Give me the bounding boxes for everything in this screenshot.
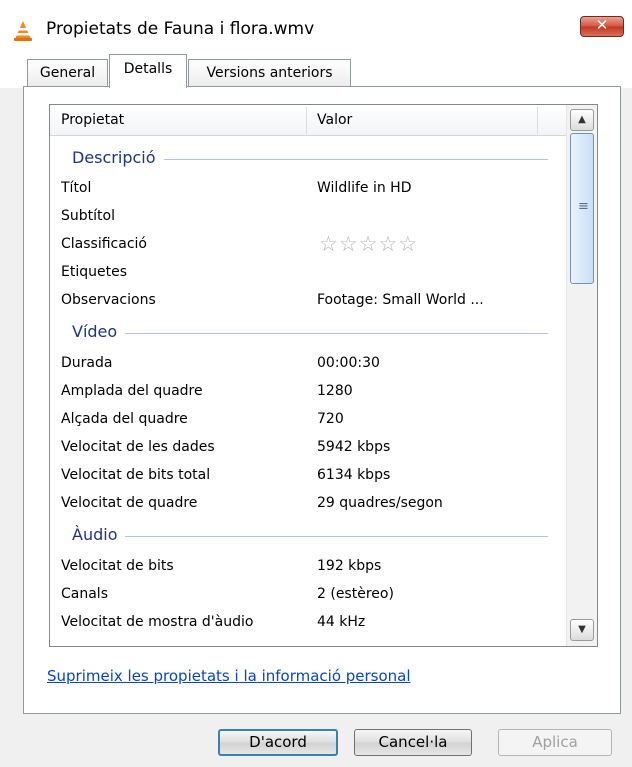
table-row[interactable]: Velocitat de les dades 5942 kbps <box>50 434 567 462</box>
vertical-scrollbar[interactable]: ▲ ≡ ▼ <box>566 105 597 646</box>
property-value: 2 (estèreo) <box>317 586 394 602</box>
table-row[interactable]: Velocitat de bits 192 kbps <box>50 553 567 581</box>
close-button[interactable]: ✕ <box>580 16 624 37</box>
tab-previous-versions[interactable]: Versions anteriors <box>188 59 351 87</box>
group-audio: Àudio <box>50 522 567 550</box>
column-separator[interactable] <box>306 107 307 134</box>
property-name: Títol <box>61 180 92 196</box>
table-row[interactable]: Títol Wildlife in HD <box>50 175 567 203</box>
table-row[interactable]: Subtítol <box>50 203 567 231</box>
property-name: Velocitat de bits total <box>61 467 211 483</box>
table-row[interactable]: Etiquetes <box>50 259 567 287</box>
window-title: Propietats de Fauna i flora.wmv <box>46 19 315 39</box>
property-value: Footage: Small World ... <box>317 292 484 308</box>
title-bar[interactable]: Propietats de Fauna i flora.wmv ✕ <box>0 0 632 50</box>
tab-strip: General Detalls Versions anteriors <box>0 50 632 88</box>
group-label: Vídeo <box>72 322 126 341</box>
star-icon[interactable]: ☆ <box>378 232 398 256</box>
arrow-up-icon: ▲ <box>578 114 586 125</box>
property-name: Classificació <box>61 236 147 252</box>
property-value: Wildlife in HD <box>317 180 412 196</box>
property-value: 00:00:30 <box>317 355 380 371</box>
table-row[interactable]: Durada 00:00:30 <box>50 350 567 378</box>
remove-properties-link[interactable]: Suprimeix les propietats i la informació… <box>47 667 411 685</box>
cancel-button[interactable]: Cancel·la <box>354 729 472 756</box>
vlc-cone-icon <box>14 21 32 41</box>
close-icon: ✕ <box>595 16 609 34</box>
column-header-property[interactable]: Propietat <box>61 112 124 128</box>
table-row[interactable]: Observacions Footage: Small World ... <box>50 287 567 315</box>
property-value: 29 quadres/segon <box>317 495 443 511</box>
property-name: Velocitat de quadre <box>61 495 198 511</box>
ok-button[interactable]: D'acord <box>218 729 338 756</box>
property-name: Subtítol <box>61 208 115 224</box>
table-row[interactable]: Canals 2 (estèreo) <box>50 581 567 609</box>
property-name: Velocitat de bits <box>61 558 174 574</box>
property-name: Amplada del quadre <box>61 383 203 399</box>
property-name: Canals <box>61 586 108 602</box>
arrow-down-icon: ▼ <box>578 624 586 635</box>
property-value: 192 kbps <box>317 558 382 574</box>
property-name: Observacions <box>61 292 156 308</box>
column-header-value[interactable]: Valor <box>317 112 352 128</box>
table-row[interactable]: Classificació ☆☆☆☆☆ <box>50 231 567 259</box>
group-divider <box>72 536 548 537</box>
group-label: Àudio <box>72 525 126 544</box>
table-row[interactable]: Amplada del quadre 1280 <box>50 378 567 406</box>
property-name: Velocitat de les dades <box>61 439 215 455</box>
property-name: Velocitat de mostra d'àudio <box>61 614 254 630</box>
star-icon[interactable]: ☆ <box>339 232 359 256</box>
tab-details[interactable]: Detalls <box>109 54 187 88</box>
table-row[interactable]: Alçada del quadre 720 <box>50 406 567 434</box>
table-row[interactable]: Velocitat de mostra d'àudio 44 kHz <box>50 609 567 637</box>
grip-icon: ≡ <box>578 199 589 214</box>
scroll-down-button[interactable]: ▼ <box>570 619 594 641</box>
group-divider <box>72 333 548 334</box>
property-name: Alçada del quadre <box>61 411 188 427</box>
property-value: 5942 kbps <box>317 439 391 455</box>
list-header: Propietat Valor <box>50 105 567 136</box>
property-value: 6134 kbps <box>317 467 391 483</box>
property-value: 44 kHz <box>317 614 366 630</box>
rating-stars[interactable]: ☆☆☆☆☆ <box>319 232 418 256</box>
properties-dialog: Propietats de Fauna i flora.wmv ✕ Genera… <box>0 0 632 767</box>
tab-general[interactable]: General <box>27 59 108 87</box>
star-icon[interactable]: ☆ <box>319 232 339 256</box>
scroll-thumb[interactable]: ≡ <box>570 133 594 284</box>
property-value: 1280 <box>317 383 353 399</box>
apply-button[interactable]: Aplica <box>498 729 612 756</box>
column-separator[interactable] <box>537 107 538 134</box>
group-video: Vídeo <box>50 319 567 347</box>
property-name: Durada <box>61 355 113 371</box>
property-value: 720 <box>317 411 344 427</box>
table-row[interactable]: Velocitat de bits total 6134 kbps <box>50 462 567 490</box>
star-icon[interactable]: ☆ <box>359 232 379 256</box>
property-name: Etiquetes <box>61 264 127 280</box>
star-icon[interactable]: ☆ <box>398 232 418 256</box>
table-row[interactable]: Velocitat de quadre 29 quadres/segon <box>50 490 567 518</box>
group-description: Descripció <box>50 145 567 173</box>
group-label: Descripció <box>72 148 164 167</box>
properties-list[interactable]: Propietat Valor Descripció Títol Wildlif… <box>49 104 598 647</box>
scroll-up-button[interactable]: ▲ <box>570 109 594 131</box>
